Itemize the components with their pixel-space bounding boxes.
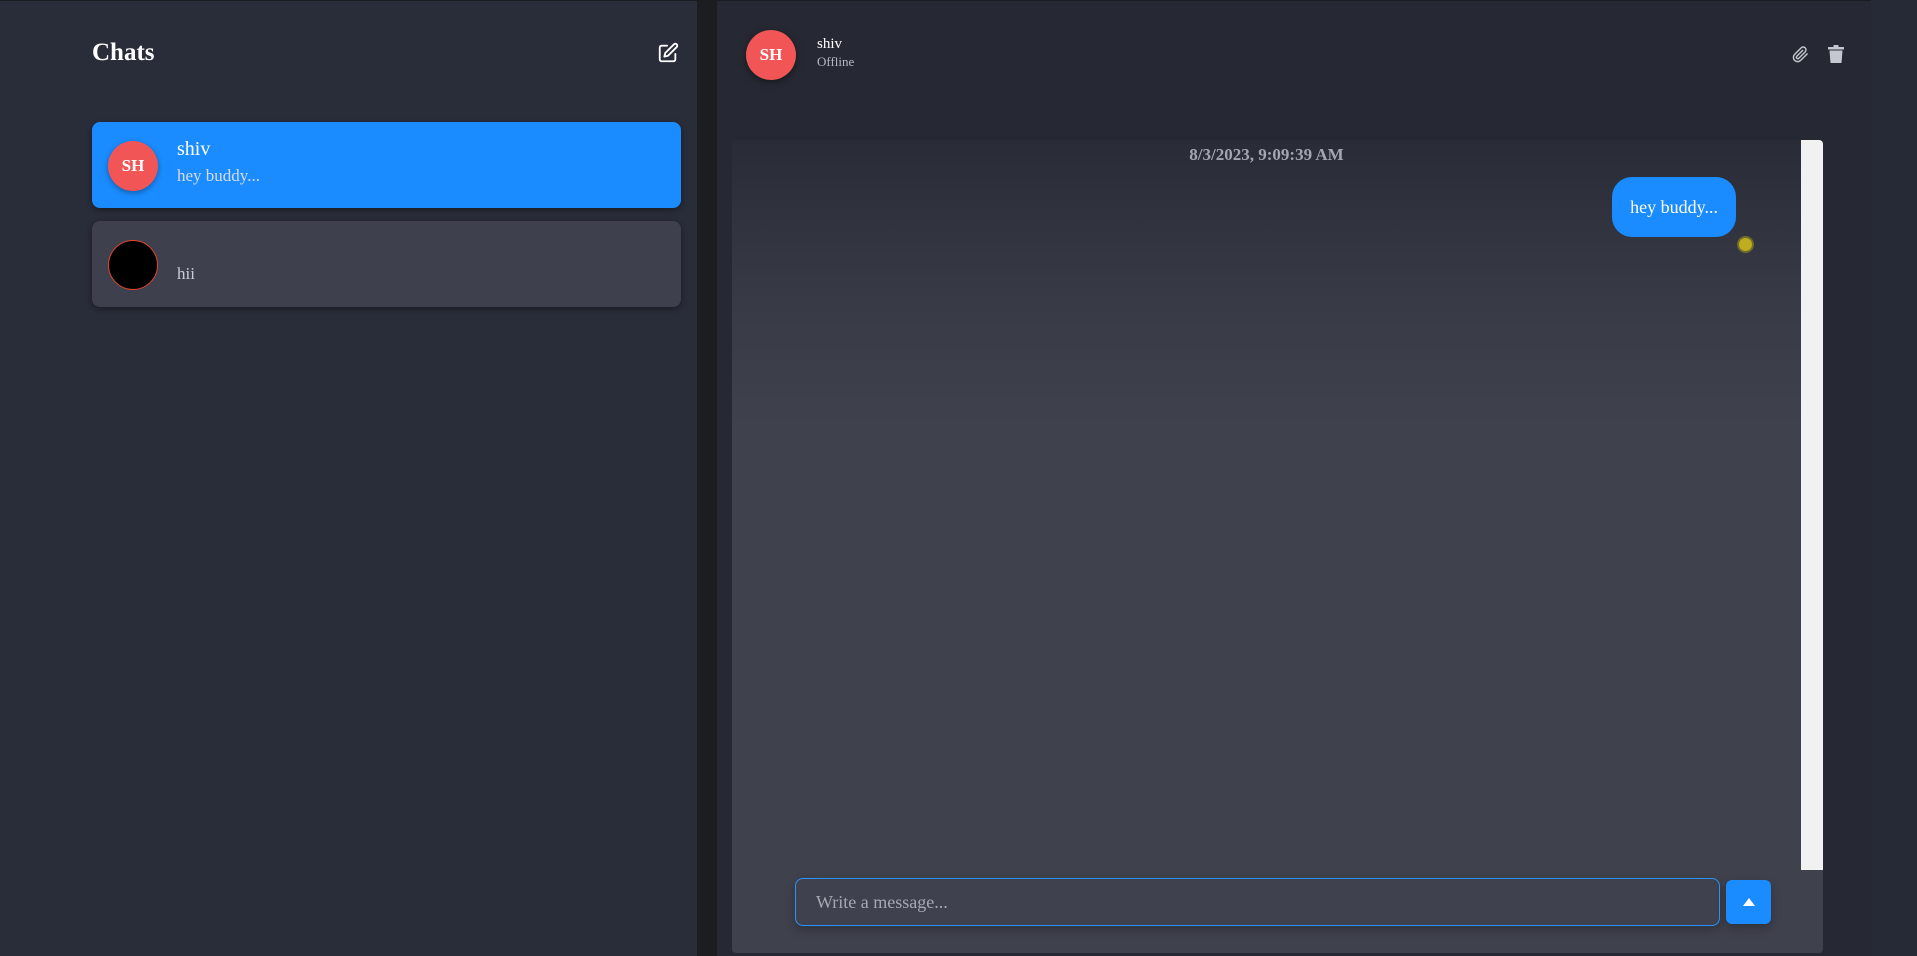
chat-item-unnamed[interactable]: hii: [92, 221, 681, 307]
avatar: SH: [108, 141, 158, 191]
chat-preview: hey buddy...: [177, 166, 260, 185]
chat-item-shiv[interactable]: SH shiv hey buddy...: [92, 122, 681, 208]
panel-divider: [697, 0, 717, 956]
composer: [795, 878, 1771, 926]
message-bubble-outgoing: hey buddy...: [1612, 177, 1736, 237]
chat-preview: hii: [177, 264, 195, 283]
compose-button[interactable]: [655, 40, 681, 66]
sidebar: Chats SH shiv hey buddy... hii: [0, 0, 697, 956]
sidebar-title: Chats: [92, 39, 155, 66]
send-button[interactable]: [1726, 880, 1771, 924]
trash-icon: [1828, 45, 1844, 63]
contact-name: shiv: [817, 36, 843, 52]
message-timestamp: 8/3/2023, 9:09:39 AM: [1189, 145, 1344, 164]
attach-button[interactable]: [1791, 45, 1809, 63]
chat-app: Chats SH shiv hey buddy... hii SH shiv O…: [0, 0, 1917, 956]
message-input[interactable]: [795, 878, 1720, 926]
header-actions: [1791, 45, 1845, 63]
avatar: [108, 240, 158, 290]
message-area: 8/3/2023, 9:09:39 AM hey buddy...: [732, 140, 1823, 953]
scrollbar[interactable]: [1801, 140, 1823, 870]
avatar: SH: [746, 30, 796, 80]
paperclip-icon: [1792, 45, 1808, 62]
conversation-panel: SH shiv Offline 8/3/2023, 9:09:39 AM hey…: [717, 0, 1871, 956]
contact-status: Offline: [817, 54, 855, 69]
sidebar-header: Chats: [92, 37, 681, 69]
chat-name: shiv: [177, 138, 211, 160]
chat-list: SH shiv hey buddy... hii: [92, 122, 681, 320]
triangle-up-icon: [1742, 898, 1755, 906]
edit-square-icon: [658, 42, 679, 63]
read-indicator: [1737, 236, 1754, 253]
delete-button[interactable]: [1827, 45, 1845, 63]
